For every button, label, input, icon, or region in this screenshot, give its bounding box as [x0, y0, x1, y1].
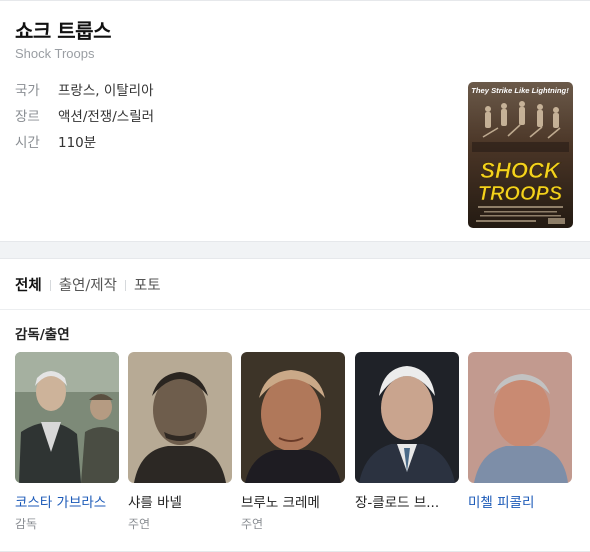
person-role: 주연: [241, 517, 264, 531]
person-name[interactable]: 미첼 피콜리: [468, 491, 573, 511]
cast-item[interactable]: 미첼 피콜리: [468, 352, 573, 515]
tab-separator: [124, 279, 126, 291]
poster-image: They Strike Like Lightning! SHOCK TROOPS: [468, 82, 573, 228]
info-value: 110분: [58, 135, 97, 151]
info-value: 프랑스, 이탈리아: [58, 83, 154, 99]
person-photo[interactable]: [241, 352, 345, 483]
person-name[interactable]: 브루노 크레메: [241, 491, 346, 511]
tab-bar: 전체 출연/제작 포토: [15, 275, 161, 297]
info-row-runtime: 시간 110분: [15, 133, 96, 153]
tab-photos[interactable]: 포토: [134, 275, 161, 297]
cast-item[interactable]: 코스타 가브라스 감독: [15, 352, 120, 532]
movie-original-title: Shock Troops: [15, 46, 95, 61]
section-title-cast: 감독/출연: [15, 327, 70, 343]
tab-cast-crew[interactable]: 출연/제작: [59, 275, 117, 297]
movie-title: 쇼크 트룹스: [15, 19, 111, 43]
info-value: 액션/전쟁/스릴러: [58, 109, 155, 125]
person-photo[interactable]: [128, 352, 232, 483]
poster-title-line1: SHOCK: [480, 158, 562, 183]
tab-divider: [0, 309, 590, 310]
person-photo[interactable]: [15, 352, 119, 483]
tab-all[interactable]: 전체: [15, 275, 42, 297]
person-role: 주연: [128, 517, 151, 531]
cast-item[interactable]: 샤를 바넬 주연: [128, 352, 233, 532]
cast-item[interactable]: 장-클로드 브...: [355, 352, 460, 515]
person-photo[interactable]: [355, 352, 459, 483]
info-label: 시간: [15, 135, 40, 151]
movie-poster[interactable]: They Strike Like Lightning! SHOCK TROOPS: [468, 82, 573, 228]
tab-separator: [49, 279, 51, 291]
people-card: 전체 출연/제작 포토 감독/출연 코스타 가브라스 감독 샤를 바넬 주연 브…: [0, 258, 590, 552]
poster-title-line2: TROOPS: [478, 183, 563, 205]
person-name[interactable]: 샤를 바넬: [128, 491, 233, 511]
cast-item[interactable]: 브루노 크레메 주연: [241, 352, 346, 532]
info-row-genre: 장르 액션/전쟁/스릴러: [15, 107, 154, 127]
person-name[interactable]: 코스타 가브라스: [15, 491, 120, 511]
info-label: 장르: [15, 109, 40, 125]
movie-info-card: 쇼크 트룹스 Shock Troops 국가 프랑스, 이탈리아 장르 액션/전쟁/…: [0, 0, 590, 242]
poster-tagline: They Strike Like Lightning!: [471, 86, 569, 95]
person-role: 감독: [15, 517, 38, 531]
info-label: 국가: [15, 83, 40, 99]
person-photo[interactable]: [468, 352, 572, 483]
person-name[interactable]: 장-클로드 브...: [355, 491, 460, 511]
info-row-country: 국가 프랑스, 이탈리아: [15, 81, 154, 101]
